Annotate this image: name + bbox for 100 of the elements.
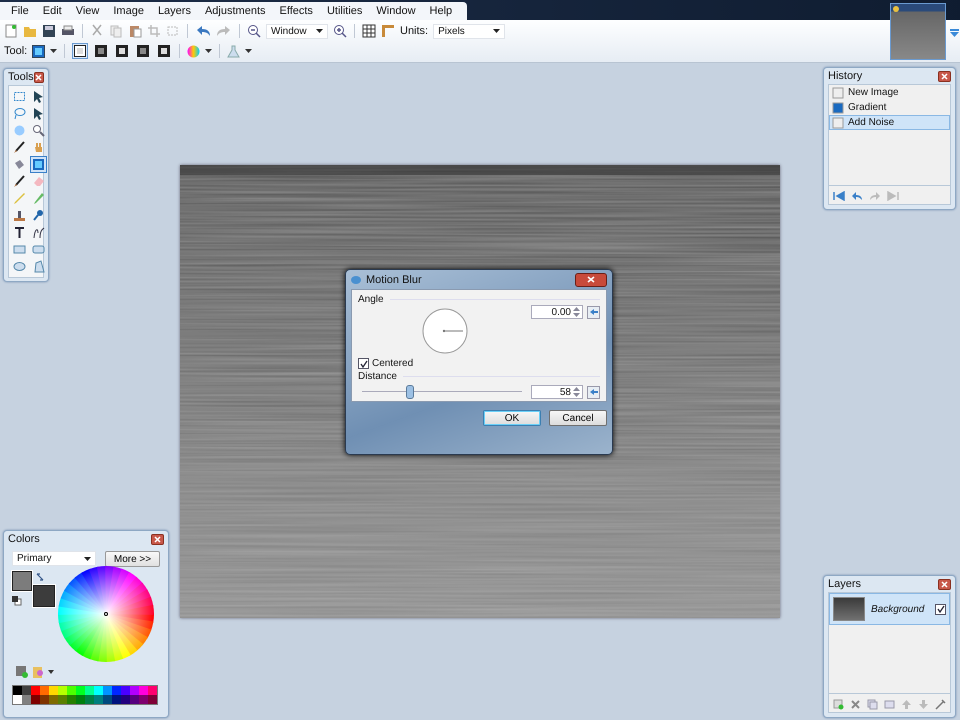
zoom-out-icon[interactable] [247,24,261,38]
delete-icon[interactable] [850,698,861,710]
more-button[interactable]: More >> [105,551,160,567]
deselect-icon[interactable] [166,24,180,38]
spinner-arrows-icon[interactable] [573,306,580,318]
palette-color[interactable] [22,686,31,695]
palette-color[interactable] [13,686,22,695]
palette-color[interactable] [112,686,121,695]
grid-icon[interactable] [362,24,376,38]
visibility-checkbox[interactable] [935,604,946,614]
palette-color[interactable] [13,695,22,704]
caret-icon[interactable] [48,670,54,674]
palette-color[interactable] [40,695,49,704]
palette-color[interactable] [94,686,103,695]
menu-item[interactable]: Layers [150,5,198,17]
palette-color[interactable] [148,686,157,695]
gradient-icon[interactable] [32,44,46,58]
palette-color[interactable] [121,686,130,695]
reset-button[interactable] [587,386,600,398]
angle-dial[interactable] [422,308,468,354]
palette-color[interactable] [76,695,85,704]
palette-color[interactable] [49,695,58,704]
palette-color[interactable] [58,695,67,704]
color-wheel-icon[interactable] [187,44,200,58]
layer-item[interactable]: Background [829,593,950,625]
history-item[interactable]: Gradient [829,100,950,115]
blend-mode-button[interactable] [135,43,152,59]
color-wheel[interactable] [58,566,154,662]
palette-color[interactable] [58,686,67,695]
last-step-icon[interactable] [887,191,899,201]
palette-color[interactable] [85,695,94,704]
zoom-dropdown[interactable]: Window [266,24,328,38]
close-button[interactable] [938,578,951,590]
history-item[interactable]: New Image [829,85,950,100]
clipboard-icon[interactable] [128,24,142,38]
palette-color[interactable] [49,686,58,695]
palette-color[interactable] [76,686,85,695]
angle-input[interactable]: 0.00 [531,305,583,319]
menu-item[interactable]: File [4,5,36,17]
slider-thumb[interactable] [406,385,414,399]
add-layer-icon[interactable] [833,698,844,710]
swap-icon[interactable] [36,573,44,581]
copy-icon[interactable] [109,24,123,38]
palette-color[interactable] [130,686,139,695]
dialog-button[interactable]: Cancel [549,410,607,426]
crop-icon[interactable] [147,24,161,38]
menu-item[interactable]: Image [106,5,151,17]
flask-icon[interactable] [227,44,240,58]
palette-color[interactable] [112,695,121,704]
undo-icon[interactable] [851,191,863,201]
dialog-button[interactable]: OK [483,410,541,426]
menu-item[interactable]: Utilities [320,5,370,17]
new-file-icon[interactable] [4,24,18,38]
palette-color[interactable] [148,695,157,704]
image-thumbnail[interactable] [890,3,946,60]
palette-color[interactable] [130,695,139,704]
menu-item[interactable]: Window [369,5,423,17]
menu-item[interactable]: Adjustments [198,5,272,17]
reset-button[interactable] [587,306,600,318]
menu-item[interactable]: View [68,5,106,17]
menu-item[interactable]: Help [422,5,460,17]
palette-icon[interactable] [32,666,44,678]
close-button[interactable] [34,72,44,82]
distance-input[interactable]: 58 [531,385,583,399]
primary-color-swatch[interactable] [12,571,32,591]
printer-icon[interactable] [61,24,75,38]
caret-icon[interactable] [205,49,212,53]
spinner-arrows-icon[interactable] [573,386,580,398]
palette-color[interactable] [31,695,40,704]
color-mode-dropdown[interactable]: Primary [12,551,96,566]
palette-color[interactable] [94,695,103,704]
zoom-in-icon[interactable] [333,24,347,38]
menu-item[interactable]: Edit [36,5,69,17]
first-step-icon[interactable] [833,191,845,201]
save-icon[interactable] [42,24,56,38]
menu-item[interactable]: Effects [272,5,320,17]
color-palette[interactable] [12,685,158,705]
ruler-icon[interactable] [381,24,395,38]
add-color-icon[interactable] [16,666,28,678]
blend-mode-button[interactable] [114,43,130,59]
close-button[interactable] [575,272,607,286]
centered-checkbox[interactable]: Centered [358,358,600,369]
duplicate-icon[interactable] [867,698,878,710]
history-item[interactable]: Add Noise [829,115,950,130]
close-button[interactable] [151,534,164,544]
caret-icon[interactable] [245,49,252,53]
close-button[interactable] [938,70,951,82]
down-arrow-icon[interactable] [918,698,929,710]
palette-color[interactable] [85,686,94,695]
palette-color[interactable] [103,686,112,695]
palette-color[interactable] [22,695,31,704]
palette-color[interactable] [121,695,130,704]
palette-color[interactable] [31,686,40,695]
units-dropdown[interactable]: Pixels [433,24,506,38]
palette-color[interactable] [139,686,148,695]
caret-icon[interactable] [50,49,58,53]
blend-mode-button[interactable] [93,43,110,59]
secondary-color-swatch[interactable] [33,585,55,607]
scissors-icon[interactable] [90,24,104,38]
palette-color[interactable] [103,695,112,704]
